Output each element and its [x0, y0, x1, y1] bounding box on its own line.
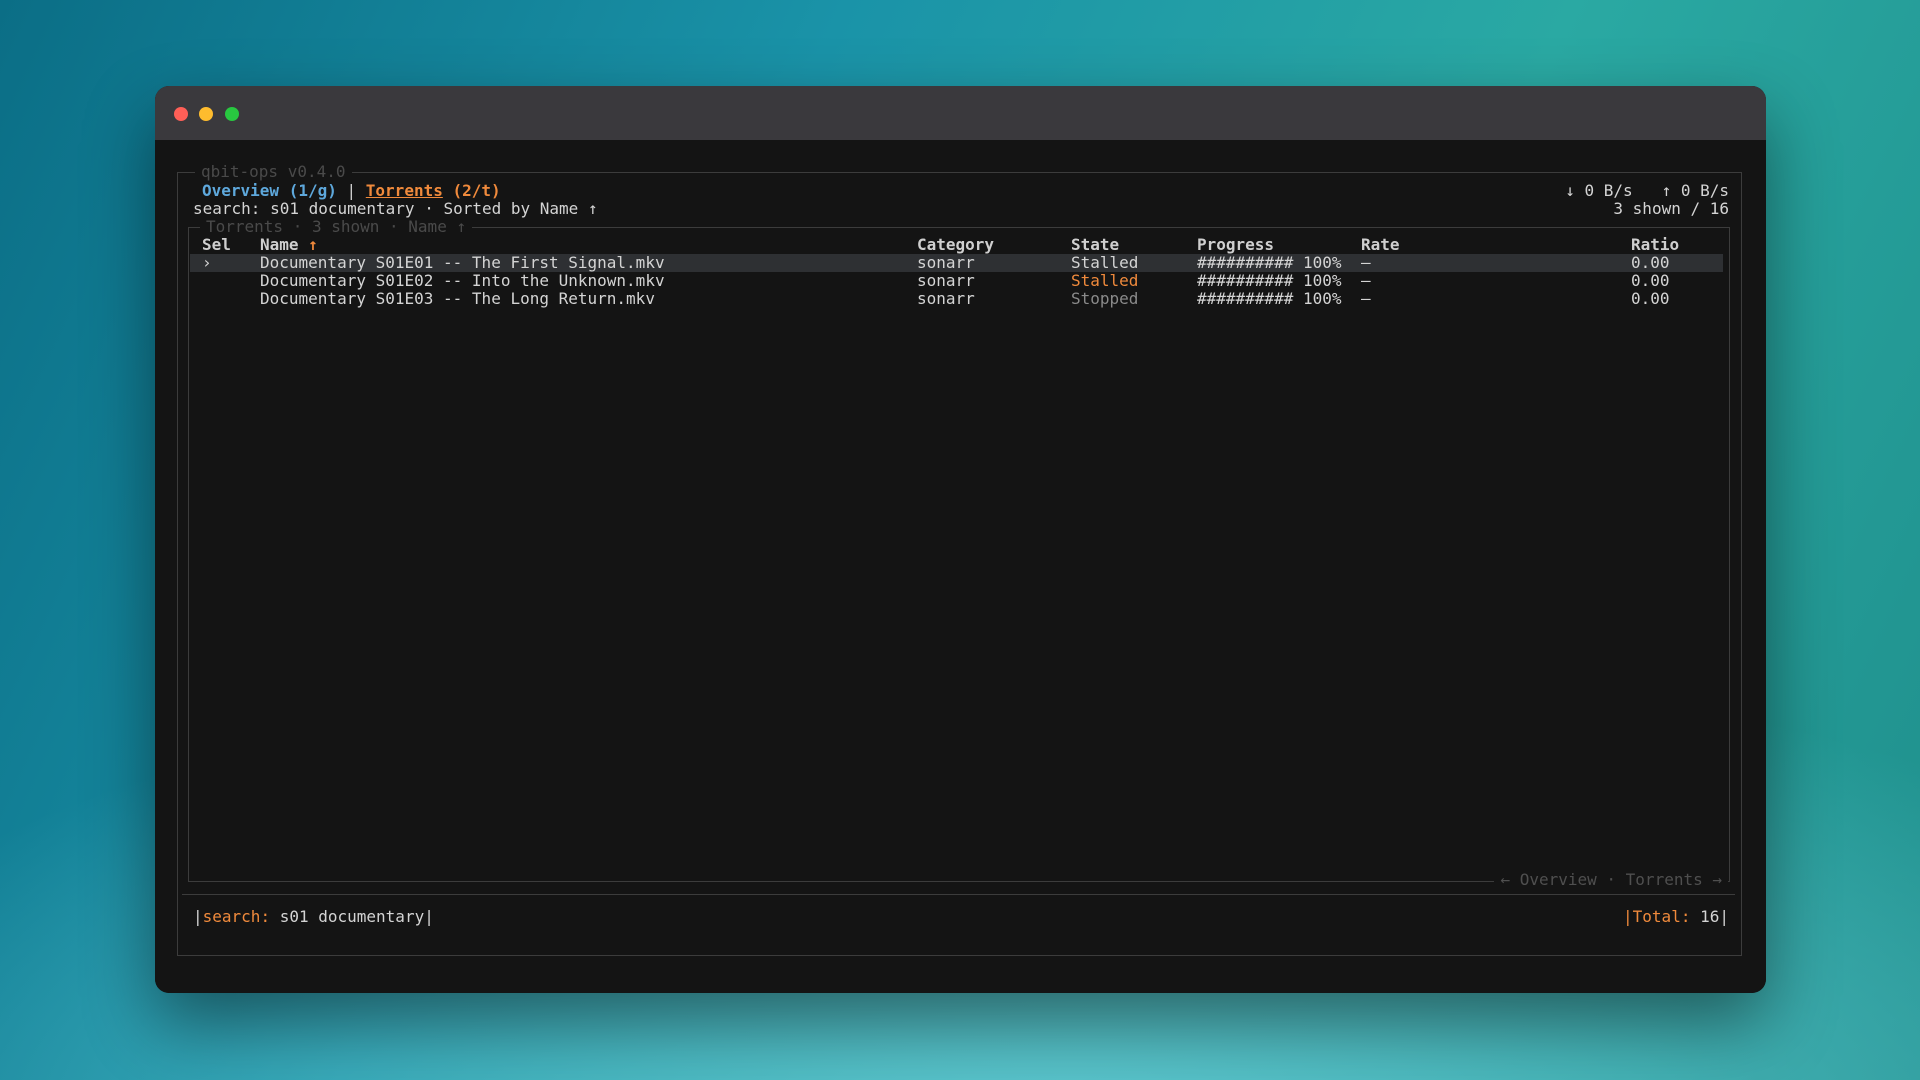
column-category[interactable]: Category	[917, 236, 994, 254]
row-rate: —	[1361, 271, 1371, 290]
sort-ascending-icon: ↑	[308, 235, 318, 254]
search-status[interactable]: |search: s01 documentary|	[193, 908, 434, 926]
tab-separator: |	[346, 181, 357, 200]
row-name: Documentary S01E03 -- The Long Return.mk…	[260, 289, 655, 308]
row-ratio: 0.00	[1631, 253, 1670, 272]
close-window-button[interactable]	[174, 107, 188, 121]
row-ratio: 0.00	[1631, 271, 1670, 290]
row-progress: ########## 100%	[1197, 271, 1342, 290]
tab-overview[interactable]: Overview (1/g)	[202, 181, 337, 200]
terminal-window: qbit-ops v0.4.0 Overview (1/g) | Torrent…	[155, 86, 1766, 993]
shown-count: 3 shown / 16	[1613, 199, 1729, 218]
search-value: s01 documentary	[270, 907, 425, 926]
column-ratio[interactable]: Ratio	[1631, 236, 1679, 254]
column-rate[interactable]: Rate	[1361, 236, 1400, 254]
app-title: qbit-ops v0.4.0	[195, 163, 352, 181]
row-state: Stopped	[1071, 289, 1139, 308]
zoom-window-button[interactable]	[225, 107, 239, 121]
row-rate: —	[1361, 253, 1371, 272]
search-sort-status: search: s01 documentary · Sorted by Name…	[193, 199, 598, 218]
row-category: sonarr	[917, 271, 975, 290]
total-value: 16	[1690, 907, 1720, 926]
column-state[interactable]: State	[1071, 236, 1119, 254]
status-divider	[182, 894, 1735, 895]
tab-bar: Overview (1/g) | Torrents (2/t)	[202, 182, 501, 200]
upload-rate: ↑ 0 B/s	[1661, 181, 1729, 200]
row-state: Stalled	[1071, 253, 1139, 272]
row-name: Documentary S01E02 -- Into the Unknown.m…	[260, 271, 665, 290]
terminal-area: qbit-ops v0.4.0 Overview (1/g) | Torrent…	[155, 140, 1766, 993]
row-category: sonarr	[917, 289, 975, 308]
total-status: |Total: 16|	[1623, 907, 1729, 926]
tab-torrents[interactable]: Torrents (2/t)	[366, 181, 501, 200]
row-rate: —	[1361, 289, 1371, 308]
download-rate: ↓ 0 B/s	[1565, 181, 1633, 200]
row-state: Stalled	[1071, 271, 1139, 290]
column-name[interactable]: Name ↑	[260, 236, 318, 254]
row-name: Documentary S01E01 -- The First Signal.m…	[260, 253, 665, 272]
torrents-panel	[188, 227, 1730, 882]
row-category: sonarr	[917, 253, 975, 272]
search-label: search:	[202, 907, 271, 926]
row-progress: ########## 100%	[1197, 289, 1342, 308]
view-navigation[interactable]: ← Overview · Torrents →	[1494, 871, 1728, 889]
torrents-panel-legend: Torrents · 3 shown · Name ↑	[200, 218, 473, 236]
row-progress: ########## 100%	[1197, 253, 1342, 272]
minimize-window-button[interactable]	[199, 107, 213, 121]
column-sel[interactable]: Sel	[202, 236, 231, 254]
column-progress[interactable]: Progress	[1197, 236, 1274, 254]
row-ratio: 0.00	[1631, 289, 1670, 308]
total-label: Total:	[1632, 907, 1691, 926]
selection-cursor-icon: ›	[202, 253, 212, 272]
transfer-rates: ↓ 0 B/s ↑ 0 B/s	[1565, 182, 1729, 200]
title-bar	[155, 86, 1766, 140]
